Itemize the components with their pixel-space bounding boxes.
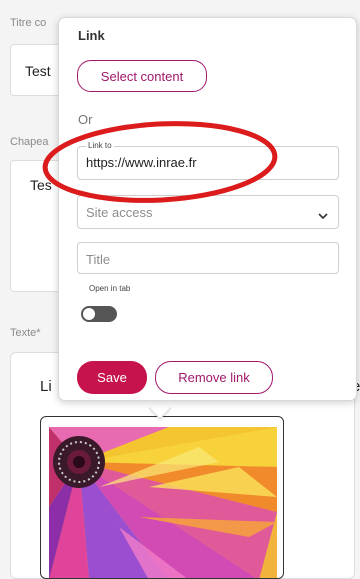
- link-to-value: https://www.inrae.fr: [86, 155, 197, 170]
- save-button[interactable]: Save: [77, 361, 147, 394]
- site-access-placeholder: Site access: [86, 205, 153, 220]
- popup-title: Link: [78, 28, 105, 43]
- chapeau-input-value: Tes: [30, 177, 52, 193]
- select-content-button[interactable]: Select content: [77, 60, 207, 92]
- open-in-tab-label: Open in tab: [89, 284, 131, 293]
- or-separator: Or: [78, 112, 93, 127]
- title-field-label: Titre co: [10, 17, 47, 29]
- chevron-down-icon: [318, 207, 328, 225]
- link-to-field[interactable]: Link to https://www.inrae.fr: [77, 141, 339, 180]
- site-access-select[interactable]: Site access: [77, 195, 339, 229]
- link-popup: Link Select content Or Link to https://w…: [58, 17, 357, 401]
- link-title-placeholder: Title: [86, 252, 111, 267]
- editor-text-start: Li: [40, 378, 52, 395]
- texte-field-label: Texte*: [10, 327, 41, 339]
- toggle-knob: [83, 308, 95, 320]
- link-title-input[interactable]: Title: [77, 242, 339, 274]
- link-to-label: Link to: [86, 141, 114, 150]
- remove-link-button[interactable]: Remove link: [155, 361, 273, 394]
- flower-image: [49, 427, 277, 578]
- open-in-tab-toggle[interactable]: [81, 306, 117, 322]
- chapeau-field-label: Chapea: [10, 136, 49, 148]
- selected-image[interactable]: [40, 416, 284, 579]
- title-input-value: Test: [25, 63, 51, 79]
